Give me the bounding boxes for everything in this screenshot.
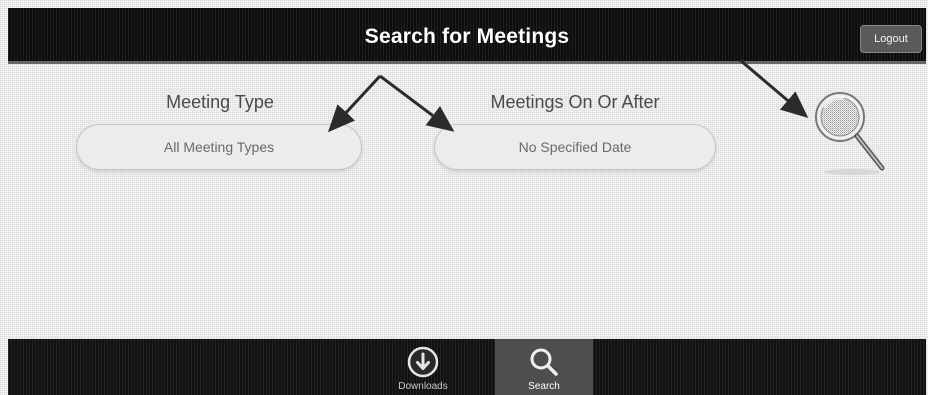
tab-downloads[interactable]: Downloads: [363, 339, 483, 395]
meetings-after-date-picker[interactable]: No Specified Date: [434, 124, 716, 170]
app-window: Search for Meetings Logout Meeting Type …: [0, 0, 928, 395]
tab-search[interactable]: Search: [495, 339, 593, 395]
magnifier-icon: [815, 92, 885, 175]
logout-button[interactable]: Logout: [860, 25, 922, 53]
tab-search-label: Search: [528, 381, 560, 392]
bottom-tab-bar: Downloads Search: [8, 339, 926, 395]
arrow-to-search-icon: [739, 58, 809, 118]
page-title: Search for Meetings: [364, 25, 570, 48]
meeting-type-label: Meeting Type: [166, 92, 274, 112]
meetings-after-label: Meetings On Or After: [490, 92, 660, 112]
search-button[interactable]: [810, 86, 894, 176]
tab-downloads-label: Downloads: [398, 381, 448, 392]
download-icon: [407, 346, 439, 378]
top-navigation-bar: Search for Meetings Logout: [8, 8, 926, 64]
meeting-type-selector[interactable]: All Meeting Types: [76, 124, 362, 170]
search-icon: [530, 348, 558, 376]
